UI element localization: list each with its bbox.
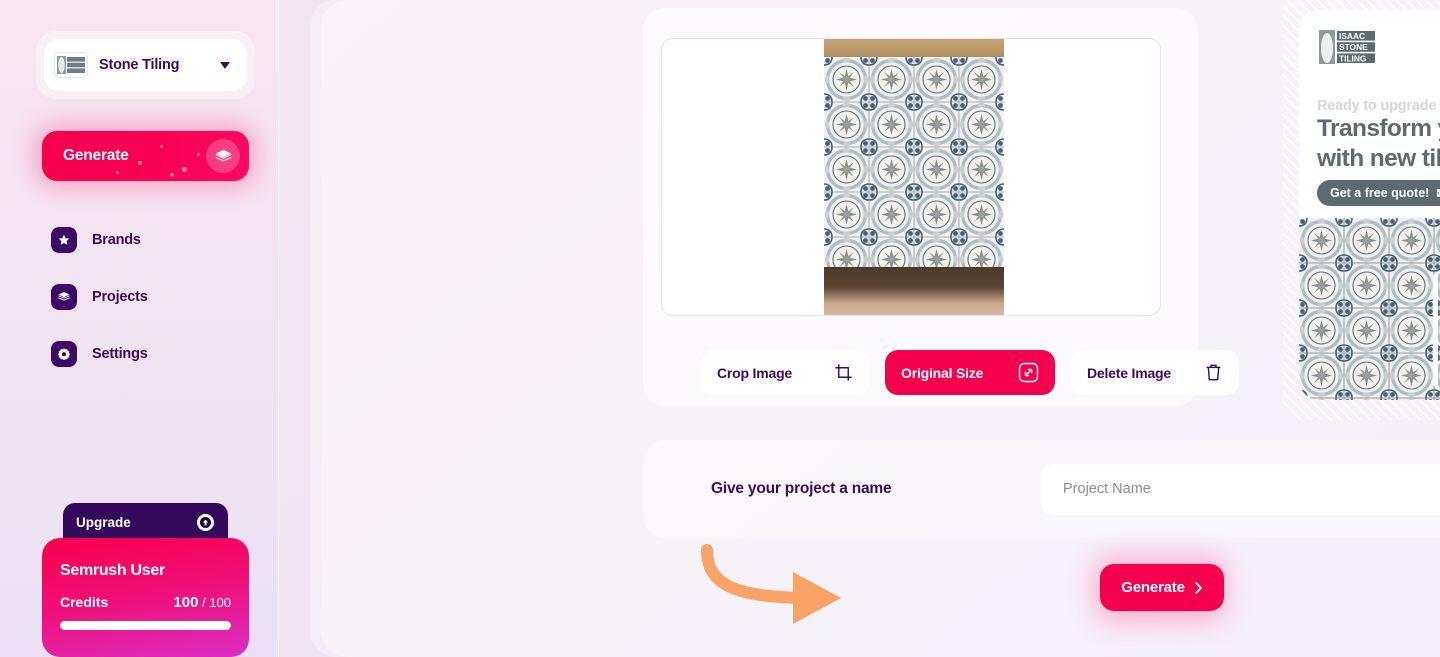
generate-cta-label: Generate: [1121, 579, 1185, 596]
brand-logo-thumbnail: [54, 52, 88, 78]
money-icon: [1436, 188, 1440, 198]
credits-value: 100 / 100: [173, 594, 231, 611]
sidebar-generate-button[interactable]: Generate: [42, 131, 249, 181]
arrow-up-circle-icon: [197, 514, 214, 531]
account-user-name: Semrush User: [60, 562, 165, 579]
example-preview-section: ISAAC STONE TILING Ready to upgrade your…: [967, 0, 1440, 430]
ad-brand-logo: ISAAC STONE TILING: [1317, 28, 1377, 66]
brand-selector[interactable]: Stone Tiling: [44, 39, 247, 91]
gear-icon: [51, 341, 77, 367]
sidebar-item-brands[interactable]: Brands: [0, 222, 279, 258]
star-icon: [51, 227, 77, 253]
credits-label: Credits: [60, 594, 109, 610]
generate-cta-button[interactable]: Generate: [1100, 564, 1224, 611]
ad-preview-card: ISAAC STONE TILING Ready to upgrade your…: [1299, 10, 1440, 400]
svg-text:STONE: STONE: [1339, 42, 1368, 52]
upgrade-label: Upgrade: [76, 515, 131, 530]
annotation-arrow: [701, 544, 841, 624]
app-root: Stone Tiling Generate Brands Projects Se…: [0, 0, 1440, 657]
chevron-right-icon: [1194, 581, 1203, 594]
project-name-input[interactable]: [1041, 481, 1440, 497]
svg-text:ISAAC: ISAAC: [1339, 31, 1365, 41]
sidebar-item-label: Projects: [92, 289, 148, 305]
crop-icon: [834, 363, 853, 382]
main-stage: Crop Image Original Size Delete Image Gi…: [279, 0, 1440, 657]
crop-image-button[interactable]: Crop Image: [701, 350, 869, 395]
sidebar-item-settings[interactable]: Settings: [0, 336, 279, 372]
project-name-input-wrap: Optional: [1041, 463, 1440, 515]
credits-progress-fill: [60, 621, 231, 630]
sidebar: Stone Tiling Generate Brands Projects Se…: [0, 0, 279, 657]
chevron-down-icon[interactable]: [220, 61, 230, 69]
sidebar-generate-label: Generate: [63, 147, 129, 164]
credits-total: 100: [209, 595, 231, 610]
ad-subheading: Ready to upgrade your home?: [1317, 98, 1440, 114]
sidebar-item-projects[interactable]: Projects: [0, 279, 279, 315]
content-panel: Crop Image Original Size Delete Image Gi…: [321, 0, 1440, 657]
sidebar-item-label: Brands: [92, 232, 141, 248]
project-name-label: Give your project a name: [711, 480, 892, 497]
credits-progress-bar: [60, 621, 231, 630]
ad-headline: Transform your home with new tiling.: [1317, 115, 1440, 173]
sidebar-item-label: Settings: [92, 346, 148, 362]
credits-used: 100: [173, 594, 199, 611]
layers-icon: [206, 139, 240, 173]
brand-name-label: Stone Tiling: [99, 57, 180, 73]
layers-icon: [51, 284, 77, 310]
upgrade-button[interactable]: Upgrade: [63, 503, 228, 542]
project-name-card: Give your project a name Optional: [643, 440, 1440, 538]
svg-text:TILING: TILING: [1339, 53, 1366, 63]
credits-separator: /: [202, 595, 206, 610]
vertical-scrollbar[interactable]: [1433, 274, 1438, 386]
sidebar-nav: Brands Projects Settings: [0, 222, 279, 393]
ad-tile-photo: [1299, 218, 1440, 400]
crop-image-label: Crop Image: [717, 364, 793, 381]
credits-panel: Semrush User Credits 100 / 100: [42, 538, 249, 657]
ad-cta-button[interactable]: Get a free quote!: [1317, 180, 1440, 206]
ad-cta-label: Get a free quote!: [1330, 186, 1430, 200]
